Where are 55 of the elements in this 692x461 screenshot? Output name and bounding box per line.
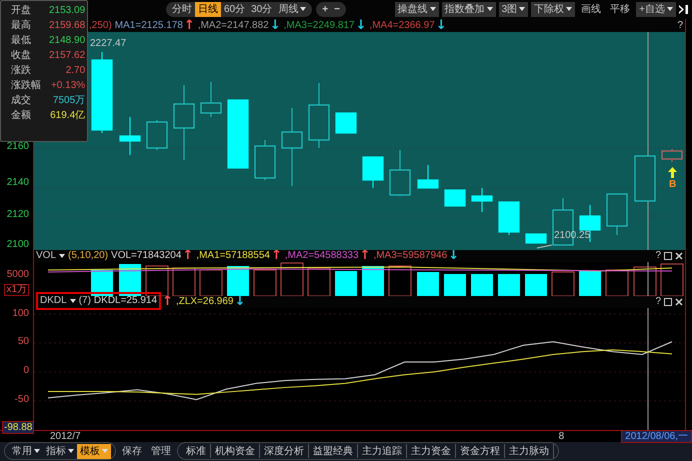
- volume-reading: ,MA3=59587946: [373, 250, 448, 262]
- volume-unit-label: x1万: [4, 284, 29, 296]
- price-axis-label: 2140: [6, 178, 29, 188]
- quote-label: 最高: [11, 20, 32, 32]
- price-axis-label: 2100: [6, 240, 29, 250]
- volume-reading: ,MA2=54588333: [284, 250, 359, 262]
- date-axis-label: 2012/7: [50, 430, 81, 442]
- dkdl-axis-label: 100: [12, 308, 29, 319]
- trend-arrow: ↑: [270, 250, 282, 262]
- trend-arrow: ↓: [448, 250, 460, 262]
- indicator-params: (7): [78, 295, 91, 306]
- quote-value: 7505万: [52, 95, 86, 107]
- volume-reading: ,MA1=57188554: [196, 250, 270, 262]
- trend-arrow: ↓: [356, 20, 366, 31]
- trend-arrow: ↑: [162, 296, 173, 308]
- dkdl-axis-label: 50: [18, 337, 29, 348]
- cursor-date: 2012/08/06,一: [621, 430, 692, 443]
- quote-value: 2157.62: [49, 50, 86, 62]
- price-axis-label: 2120: [6, 210, 29, 220]
- indicator-params: (5,10,20): [68, 250, 108, 262]
- date-axis-label: 8: [558, 430, 564, 442]
- dkdl-reading: DKDL=25.914: [94, 295, 158, 306]
- quote-label: 收盘: [11, 50, 32, 62]
- quote-label: 成交: [11, 95, 32, 107]
- high-price-label: 2227.47: [90, 38, 126, 49]
- dkdl-axis-label: 0: [23, 366, 29, 376]
- trend-arrow: ↑: [182, 250, 194, 262]
- quote-value: 2148.90: [49, 35, 86, 47]
- price-axis-label: 2160: [6, 142, 29, 152]
- trend-arrow: ↑: [184, 20, 195, 31]
- quote-label: 涨跌: [11, 65, 32, 77]
- dkdl-reading: ,ZLX=26.969: [176, 296, 234, 308]
- axis-min-label: -98.88: [2, 420, 34, 434]
- quote-value: +0.13%: [50, 80, 86, 92]
- quote-value: 619.4亿: [49, 110, 86, 122]
- trend-arrow: ↓: [436, 20, 447, 31]
- ma-reading: MA1=2125.178: [114, 20, 183, 31]
- quote-value: 2159.68: [49, 20, 86, 32]
- indicator-params: ,250): [89, 20, 112, 31]
- ma-reading: ,MA2=2147.882: [198, 20, 269, 31]
- quote-value: 2.70: [64, 65, 86, 77]
- trend-arrow: ↓: [270, 20, 281, 31]
- quote-label: 最低: [11, 35, 32, 47]
- quote-label: 涨跌幅: [11, 80, 42, 92]
- quote-label: 金额: [11, 110, 32, 122]
- ma-reading: ,MA4=2366.97: [369, 20, 435, 31]
- volume-reading: VOL=71843204: [111, 250, 182, 262]
- volume-axis-label: 5000: [6, 270, 29, 280]
- trend-arrow: ↑: [360, 250, 370, 262]
- quote-label: 开盘: [11, 5, 32, 17]
- dkdl-axis-label: -50: [14, 395, 29, 406]
- ma-reading: ,MA3=2249.817: [284, 20, 355, 31]
- trend-arrow: ↓: [234, 296, 246, 308]
- quote-value: 2153.09: [49, 5, 86, 17]
- buy-signal: B: [669, 178, 676, 190]
